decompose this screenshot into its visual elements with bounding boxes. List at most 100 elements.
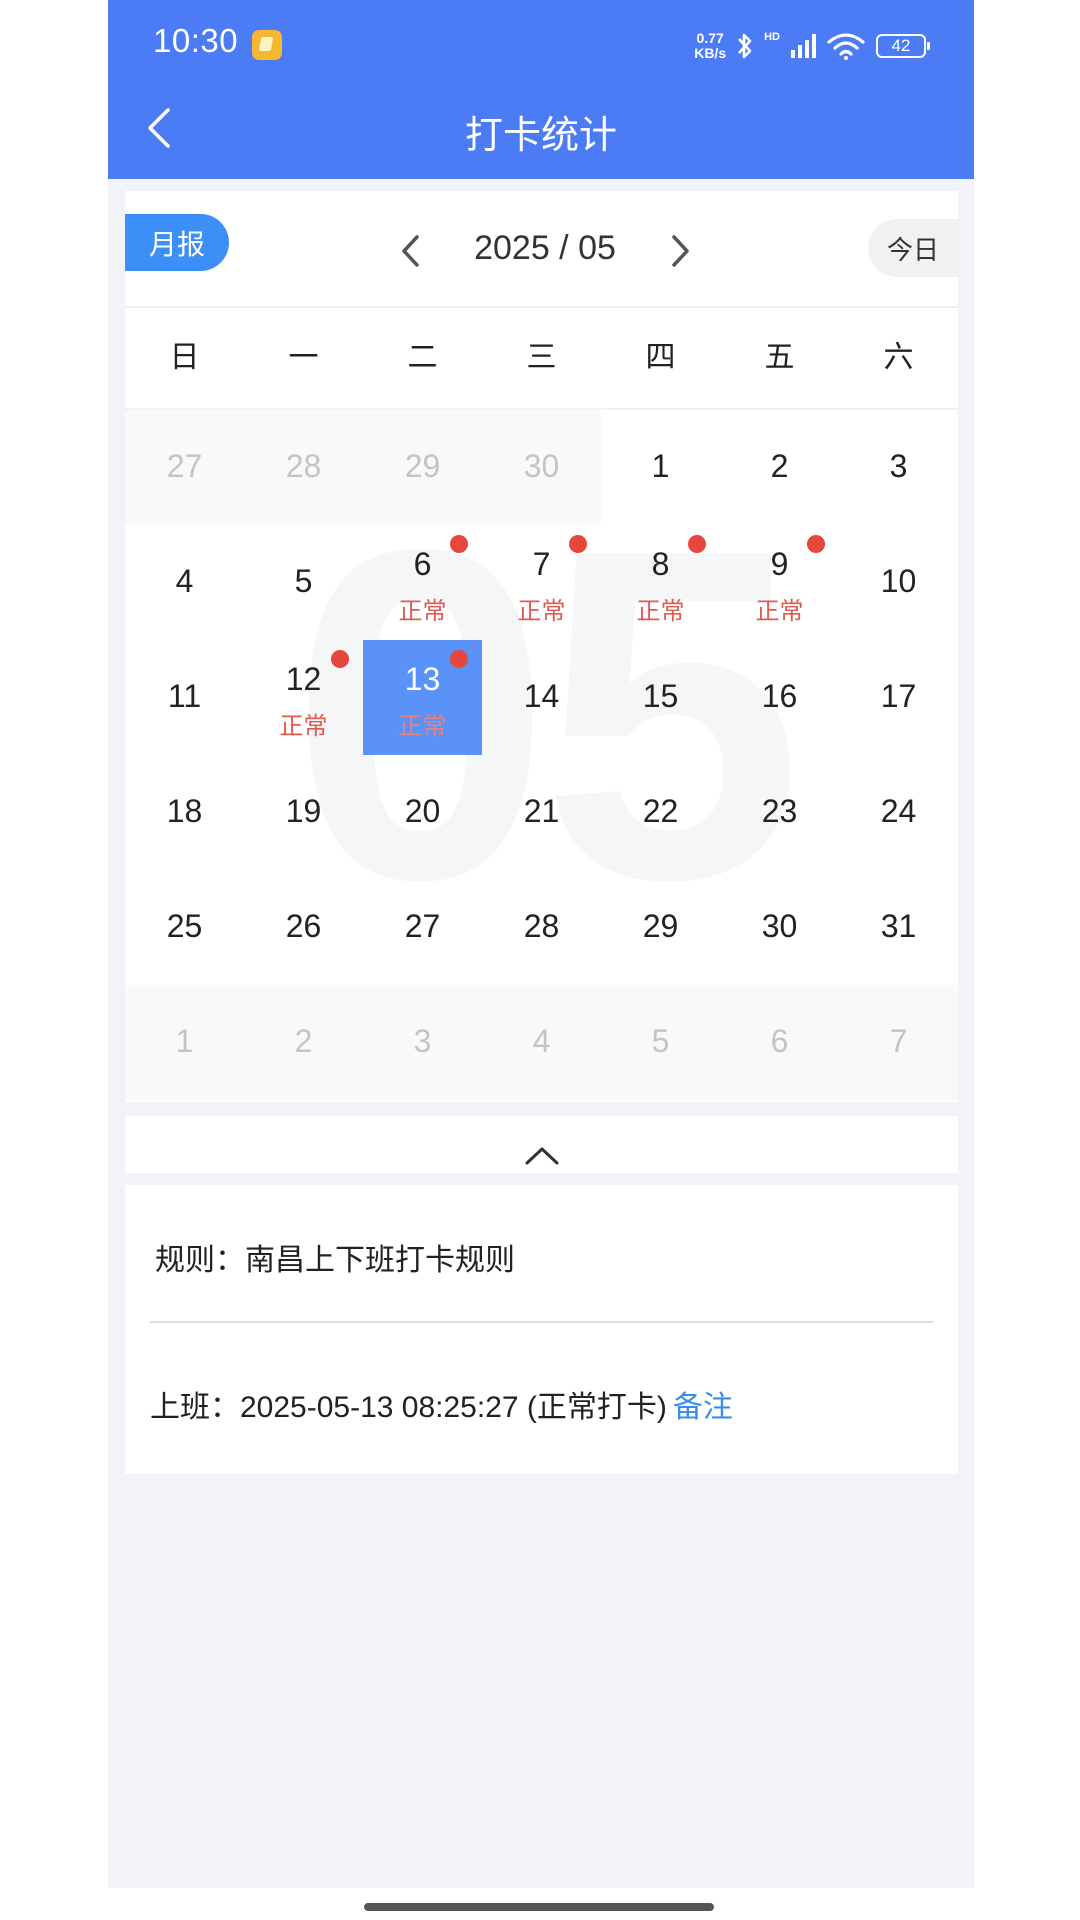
day-number: 8 — [651, 546, 670, 582]
month-report-button[interactable]: 月报 — [125, 214, 229, 271]
calendar-day[interactable]: 5 — [244, 525, 363, 640]
collapse-calendar-button[interactable] — [125, 1116, 958, 1173]
battery-icon: 42 — [876, 34, 930, 58]
current-month-label: 2025 / 05 — [474, 229, 616, 267]
day-number: 1 — [651, 448, 670, 484]
calendar-day[interactable]: 21 — [482, 755, 601, 870]
calendar-day[interactable]: 14 — [482, 640, 601, 755]
next-month-button[interactable] — [665, 231, 695, 271]
weekday-label: 日 — [169, 341, 200, 374]
day-number: 16 — [761, 678, 798, 714]
punch-dot-icon — [807, 535, 825, 553]
calendar-day[interactable]: 10 — [839, 525, 958, 640]
calendar-toolbar: 月报 2025 / 05 今日 — [125, 191, 958, 308]
calendar-day[interactable]: 28 — [482, 870, 601, 985]
day-number: 14 — [523, 678, 560, 714]
day-number: 5 — [651, 1023, 670, 1059]
calendar-day[interactable]: 27 — [363, 870, 482, 985]
calendar-day[interactable]: 17 — [839, 640, 958, 755]
calendar-day[interactable]: 22 — [601, 755, 720, 870]
calendar-day[interactable]: 31 — [839, 870, 958, 985]
calendar-day[interactable]: 24 — [839, 755, 958, 870]
app-notification-icon — [252, 30, 282, 60]
today-button[interactable]: 今日 — [868, 219, 958, 277]
calendar-day[interactable]: 23 — [720, 755, 839, 870]
calendar-day[interactable]: 4 — [125, 525, 244, 640]
calendar-day[interactable]: 12 正常 — [244, 640, 363, 755]
net-speed: 0.77 KB/s — [694, 31, 726, 61]
calendar-day[interactable]: 6 — [720, 985, 839, 1100]
calendar-day-selected[interactable]: 13 正常 — [363, 640, 482, 755]
day-status-label: 正常 — [279, 713, 328, 740]
net-speed-value: 0.77 — [696, 30, 724, 46]
day-status-label: 正常 — [755, 598, 804, 625]
calendar-day[interactable]: 27 — [125, 410, 244, 525]
calendar-day[interactable]: 11 — [125, 640, 244, 755]
calendar-day[interactable]: 6 正常 — [363, 525, 482, 640]
punch-record-row: 上班：2025-05-13 08:25:27 (正常打卡) 备注 — [150, 1382, 733, 1426]
calendar-day[interactable]: 15 — [601, 640, 720, 755]
home-indicator[interactable] — [364, 1903, 714, 1911]
calendar-day[interactable]: 26 — [244, 870, 363, 985]
punch-label: 上班： — [150, 1391, 240, 1424]
day-number: 28 — [285, 448, 322, 484]
calendar-day[interactable]: 29 — [601, 870, 720, 985]
day-number: 11 — [167, 678, 202, 714]
weekday-label: 五 — [764, 341, 795, 374]
calendar-day[interactable]: 1 — [601, 410, 720, 525]
calendar-day[interactable]: 7 正常 — [482, 525, 601, 640]
day-number: 9 — [770, 546, 789, 582]
day-number: 12 — [285, 661, 322, 697]
weekday-label: 一 — [288, 341, 319, 374]
day-number: 2 — [770, 448, 789, 484]
calendar-day[interactable]: 30 — [720, 870, 839, 985]
day-number: 22 — [642, 793, 679, 829]
day-number: 19 — [285, 793, 322, 829]
calendar-day[interactable]: 3 — [363, 985, 482, 1100]
calendar-grid: 05 27 28 29 30 1 2 3 4 5 6 正常 7 正常 8 正常 9 正常 10 11 12 正常 13 正常… — [125, 410, 958, 1102]
day-number: 30 — [761, 908, 798, 944]
calendar-day[interactable]: 29 — [363, 410, 482, 525]
note-link[interactable]: 备注 — [673, 1391, 733, 1424]
calendar-day[interactable]: 9 正常 — [720, 525, 839, 640]
calendar-day[interactable]: 7 — [839, 985, 958, 1100]
day-number: 2 — [294, 1023, 313, 1059]
day-number: 26 — [285, 908, 322, 944]
day-number: 29 — [642, 908, 679, 944]
calendar-day[interactable]: 19 — [244, 755, 363, 870]
calendar-day[interactable]: 3 — [839, 410, 958, 525]
network-type-label: HD — [764, 31, 780, 43]
calendar-day[interactable]: 20 — [363, 755, 482, 870]
calendar-day[interactable]: 4 — [482, 985, 601, 1100]
day-number: 13 — [404, 661, 441, 697]
weekday-label: 三 — [526, 341, 557, 374]
calendar-day[interactable]: 8 正常 — [601, 525, 720, 640]
day-number: 15 — [642, 678, 679, 714]
day-number: 23 — [761, 793, 798, 829]
day-status-label: 正常 — [398, 713, 447, 740]
day-number: 25 — [166, 908, 203, 944]
day-number: 24 — [880, 793, 917, 829]
weekday-label: 六 — [883, 341, 914, 374]
calendar-day[interactable]: 2 — [244, 985, 363, 1100]
punch-detail-card: 规则：南昌上下班打卡规则 上班：2025-05-13 08:25:27 (正常打… — [125, 1185, 958, 1474]
calendar-day[interactable]: 2 — [720, 410, 839, 525]
prev-month-button[interactable] — [396, 231, 426, 271]
day-number: 6 — [770, 1023, 789, 1059]
day-number: 17 — [880, 678, 917, 714]
calendar-day[interactable]: 28 — [244, 410, 363, 525]
calendar-day[interactable]: 5 — [601, 985, 720, 1100]
calendar-day[interactable]: 25 — [125, 870, 244, 985]
day-number: 30 — [523, 448, 560, 484]
calendar-day[interactable]: 1 — [125, 985, 244, 1100]
page-title: 打卡统计 — [464, 115, 617, 157]
punch-dot-icon — [688, 535, 706, 553]
calendar-day[interactable]: 16 — [720, 640, 839, 755]
punch-dot-icon — [569, 535, 587, 553]
calendar-day[interactable]: 30 — [482, 410, 601, 525]
day-number: 29 — [404, 448, 441, 484]
chevron-right-icon — [672, 235, 689, 267]
phone-screen: 10:30 0.77 KB/s HD 42 打卡统计 月报 2025 / 05 … — [108, 0, 974, 1888]
bluetooth-icon — [736, 32, 754, 60]
calendar-day[interactable]: 18 — [125, 755, 244, 870]
